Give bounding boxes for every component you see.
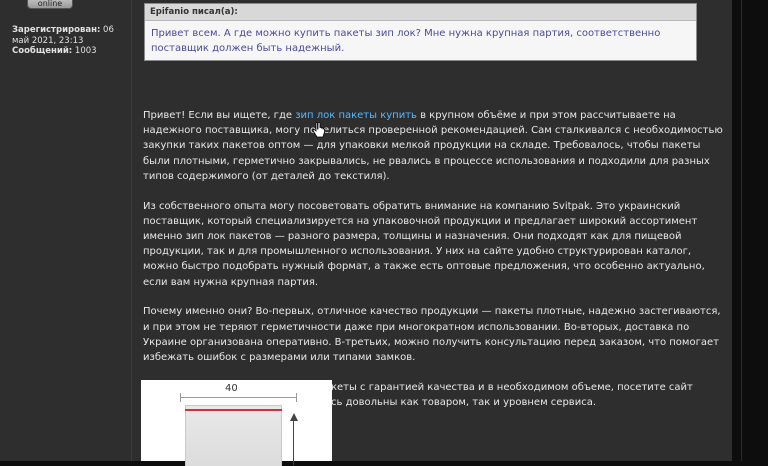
ziplock-link[interactable]: зип лок пакеты купить <box>295 110 417 121</box>
p1-before: Привет! Если вы ищете, где <box>143 110 296 121</box>
quote-block: Epifanio писал(а): Привет всем. А где мо… <box>144 3 697 61</box>
user-panel: online Зарегистрирован: 06 май 2021, 23:… <box>0 0 132 461</box>
bag-shape <box>185 405 282 466</box>
right-scroll-area <box>733 0 768 461</box>
post-paragraph-3: Почему именно они? Во-первых, отличное к… <box>143 306 721 364</box>
user-info: Зарегистрирован: 06 май 2021, 23:13 Сооб… <box>12 25 130 57</box>
height-line <box>293 420 294 465</box>
posts-label: Сообщений: <box>12 46 73 56</box>
online-status-badge[interactable]: online <box>27 0 73 9</box>
post-paragraph-2: Из собственного опыта могу посоветовать … <box>143 200 705 288</box>
hand-pointer-icon <box>312 122 325 138</box>
registered-label: Зарегистрирован: <box>12 25 101 35</box>
ziplock-bag-image[interactable]: 40 <box>141 380 332 466</box>
post-paragraph-1: Привет! Если вы ищете, где зип лок пакет… <box>143 108 723 184</box>
dimension-line <box>180 397 297 398</box>
dimension-tick-right <box>296 393 297 402</box>
posts-value: 1003 <box>74 46 97 56</box>
post-body: Epifanio писал(а): Привет всем. А где мо… <box>132 0 732 466</box>
quote-text: Привет всем. А где можно купить пакеты з… <box>151 28 661 54</box>
right-divider <box>741 0 742 461</box>
post-text: Привет! Если вы ищете, где зип лок пакет… <box>143 108 723 425</box>
zip-strip <box>185 409 282 411</box>
up-arrow-icon <box>290 413 298 421</box>
quote-author: Epifanio писал(а): <box>145 4 696 21</box>
image-dimension-label: 40 <box>225 383 238 394</box>
